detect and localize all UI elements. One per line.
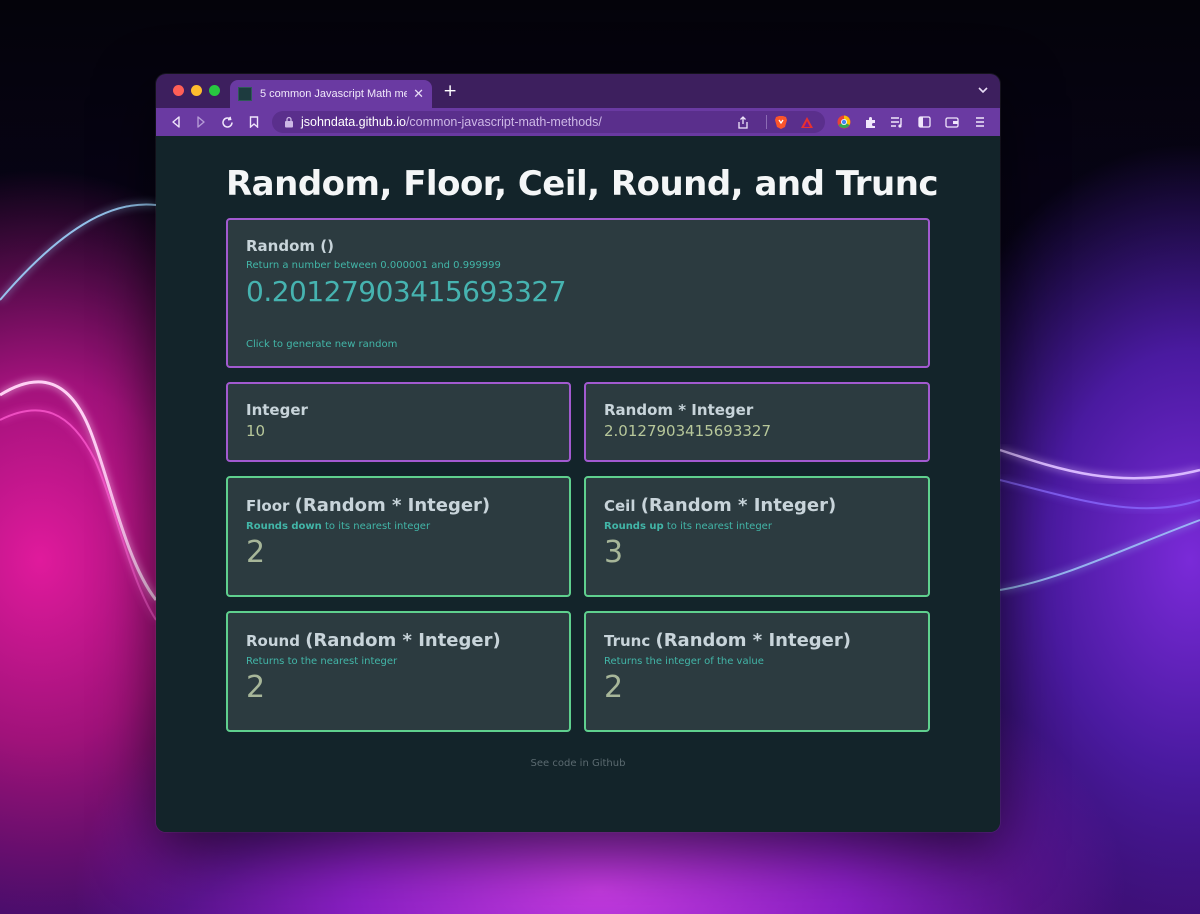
floor-card-title: Floor (Random * Integer) [246,495,491,516]
tab-close-icon[interactable]: ✕ [413,87,424,102]
share-icon[interactable] [735,114,751,130]
forward-icon[interactable] [193,114,209,130]
address-bar[interactable]: jsohndata.github.io/common-javascript-ma… [272,111,825,133]
round-card-title: Round (Random * Integer) [246,630,501,651]
wallet-icon[interactable] [944,114,960,130]
ceil-card-subtitle: Rounds up to its nearest integer [604,521,772,532]
menu-icon[interactable] [972,114,988,130]
trunc-card-title: Trunc (Random * Integer) [604,630,851,651]
browser-window: 5 common Javascript Math met ✕ + jsohnda… [156,74,1000,832]
product-card: Random * Integer 2.0127903415693327 [584,382,930,462]
round-card-subtitle: Returns to the nearest integer [246,656,398,667]
github-link[interactable]: See code in Github [156,758,1000,769]
ceil-card-title: Ceil (Random * Integer) [604,495,837,516]
brave-rewards-icon[interactable] [799,114,815,130]
random-value: 0.20127903415693327 [246,275,567,308]
trunc-card: Trunc (Random * Integer) Returns the int… [584,611,930,732]
tab-strip: 5 common Javascript Math met ✕ + [156,74,1000,108]
integer-card-title: Integer [246,401,308,419]
ceil-value: 3 [604,535,624,570]
divider [766,115,767,129]
bookmark-icon[interactable] [246,114,262,130]
extensions-puzzle-icon[interactable] [862,114,878,130]
integer-value: 10 [246,422,266,440]
chrome-extension-icon[interactable] [836,114,852,130]
lock-icon [285,116,293,128]
tab-search-chevron-icon[interactable] [978,84,988,97]
trunc-card-subtitle: Returns the integer of the value [604,656,764,667]
random-card[interactable]: Random () Return a number between 0.0000… [226,218,930,368]
page-title: Random, Floor, Ceil, Round, and Trunc [226,164,939,204]
close-window-button[interactable] [173,85,184,96]
round-card: Round (Random * Integer) Returns to the … [226,611,571,732]
floor-card: Floor (Random * Integer) Rounds down to … [226,476,571,597]
active-tab[interactable]: 5 common Javascript Math met ✕ [230,80,432,108]
product-card-title: Random * Integer [604,401,754,419]
page-content: Random, Floor, Ceil, Round, and Trunc Ra… [156,136,1000,832]
back-icon[interactable] [168,114,184,130]
floor-value: 2 [246,535,266,570]
integer-card: Integer 10 [226,382,571,462]
browser-toolbar: jsohndata.github.io/common-javascript-ma… [156,108,1000,136]
minimize-window-button[interactable] [191,85,202,96]
ceil-card: Ceil (Random * Integer) Rounds up to its… [584,476,930,597]
tab-title: 5 common Javascript Math met [260,88,408,100]
reading-list-icon[interactable] [889,114,905,130]
maximize-window-button[interactable] [209,85,220,96]
generate-random-link[interactable]: Click to generate new random [246,339,397,350]
floor-card-subtitle: Rounds down to its nearest integer [246,521,431,532]
product-value: 2.0127903415693327 [604,422,772,440]
sidebar-icon[interactable] [916,114,932,130]
new-tab-button[interactable]: + [443,82,457,100]
random-card-title: Random () [246,237,334,255]
reload-icon[interactable] [219,114,235,130]
trunc-value: 2 [604,670,624,705]
round-value: 2 [246,670,266,705]
random-card-subtitle: Return a number between 0.000001 and 0.9… [246,260,501,271]
brave-shield-icon[interactable] [773,114,789,130]
favicon-icon [238,87,252,101]
url-text: jsohndata.github.io/common-javascript-ma… [301,115,602,129]
